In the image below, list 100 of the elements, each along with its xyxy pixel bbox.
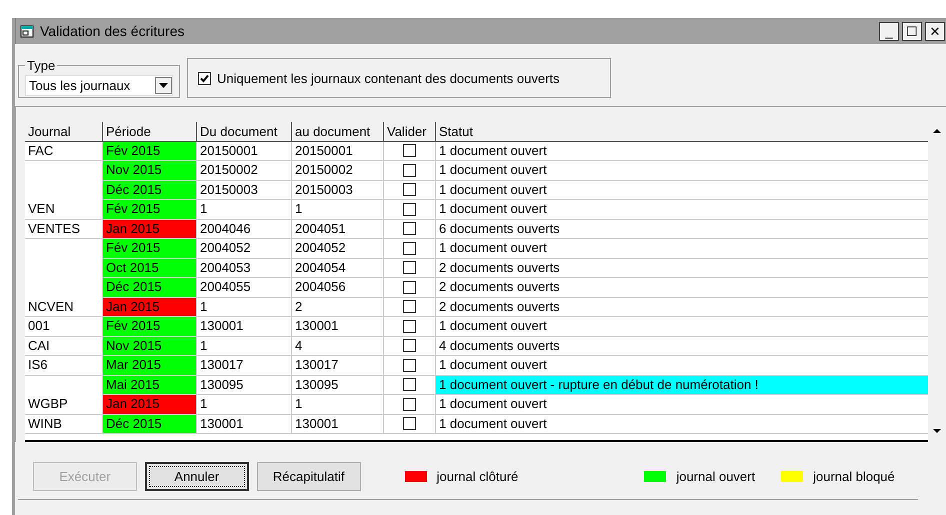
table-cell: 2004051 — [291, 220, 383, 239]
table-cell: 130017 — [196, 356, 291, 376]
table-cell: 1 document ouvert — [435, 414, 928, 434]
row-checkbox[interactable] — [403, 261, 416, 274]
row-checkbox[interactable] — [403, 358, 416, 372]
column-header[interactable]: Valider — [383, 122, 435, 142]
table-cell: 2004052 — [291, 239, 383, 258]
table-cell: Fév 2015 — [102, 200, 196, 220]
column-header[interactable]: Du document — [196, 122, 291, 142]
table-cell: 1 — [196, 336, 291, 356]
table-cell: 1 — [291, 200, 383, 220]
row-checkbox[interactable] — [403, 164, 416, 177]
row-checkbox[interactable] — [403, 320, 416, 333]
column-header[interactable]: au document — [291, 122, 383, 142]
filter-checkbox[interactable] — [198, 72, 211, 84]
row-checkbox[interactable] — [403, 417, 416, 430]
table-cell: 20150001 — [291, 142, 383, 161]
table-cell: Nov 2015 — [102, 336, 196, 356]
table-cell: 2004052 — [196, 239, 291, 258]
table-cell: Fév 2015 — [102, 142, 196, 161]
legend-label: journal bloqué — [813, 469, 895, 484]
row-checkbox[interactable] — [403, 378, 416, 392]
table-cell: Déc 2015 — [102, 180, 196, 200]
legend-label: journal clôturé — [436, 469, 518, 484]
table-cell: Mar 2015 — [102, 356, 196, 376]
row-checkbox[interactable] — [403, 339, 416, 352]
table-cell: 1 — [291, 395, 383, 414]
row-checkbox[interactable] — [403, 300, 416, 314]
table-cell: 2 — [291, 298, 383, 317]
table-cell: WINB — [25, 414, 102, 434]
table-cell: 130095 — [291, 376, 383, 395]
table-cell: Fév 2015 — [102, 239, 196, 258]
table-cell: 4 — [291, 336, 383, 356]
filter-label: Uniquement les journaux contenant des documents ouverts — [217, 70, 560, 86]
table-cell: 2004054 — [291, 258, 383, 278]
table-cell: 1 document ouvert — [435, 356, 928, 376]
table-cell: 1 — [196, 298, 291, 317]
row-checkbox[interactable] — [403, 202, 416, 216]
row-checkbox[interactable] — [403, 280, 416, 294]
table-cell: 20150002 — [291, 161, 383, 180]
table-cell: 2 documents ouverts — [435, 278, 928, 298]
legend-label: journal ouvert — [676, 469, 756, 484]
table-cell: 1 — [196, 200, 291, 220]
table-cell: 1 document ouvert — [435, 161, 928, 180]
table-cell: 130001 — [291, 414, 383, 434]
table-cell: 2004056 — [291, 278, 383, 298]
table-cell: 1 — [196, 395, 291, 414]
row-checkbox[interactable] — [403, 222, 416, 236]
table-cell: Nov 2015 — [102, 161, 196, 180]
row-checkbox[interactable] — [403, 144, 416, 158]
table-cell: Fév 2015 — [102, 317, 196, 336]
column-header[interactable]: Journal — [25, 122, 102, 142]
table-cell: Oct 2015 — [102, 258, 196, 278]
row-checkbox[interactable] — [403, 398, 416, 411]
window-control-button[interactable]: _ — [879, 22, 899, 40]
table-cell: 130001 — [196, 414, 291, 434]
group-label: Type — [26, 58, 56, 73]
table-cell: 2004055 — [196, 278, 291, 298]
row-checkbox[interactable] — [403, 183, 416, 196]
caret-icon — [159, 83, 168, 88]
table-cell: Jan 2015 — [102, 395, 196, 414]
table-cell: Mai 2015 — [102, 376, 196, 395]
window-icon — [20, 24, 34, 38]
table-cell: 2 documents ouverts — [435, 258, 928, 278]
table-cell: 20150001 — [196, 142, 291, 161]
table-cell: VENTES — [25, 220, 102, 239]
table-cell: 1 document ouvert — [435, 395, 928, 414]
table-cell: CAI — [25, 336, 102, 356]
table-cell: 2 documents ouverts — [435, 298, 928, 317]
table-cell: Jan 2015 — [102, 220, 196, 239]
window-title: Validation des écritures — [40, 23, 186, 39]
table-cell: 1 document ouvert — [435, 239, 928, 258]
table-cell: 4 documents ouverts — [435, 336, 928, 356]
column-header[interactable]: Statut — [435, 122, 928, 142]
table-cell: Déc 2015 — [102, 414, 196, 434]
table-cell: 130001 — [291, 317, 383, 336]
table-cell: 130001 — [196, 317, 291, 336]
table-cell: Jan 2015 — [102, 298, 196, 317]
table-cell: 2004046 — [196, 220, 291, 239]
table-cell: 20150003 — [291, 180, 383, 200]
table-cell: 1 document ouvert — [435, 200, 928, 220]
row-checkbox[interactable] — [403, 242, 416, 255]
column-header[interactable]: Période — [102, 122, 196, 142]
type-dropdown[interactable]: Tous les journaux — [25, 75, 173, 96]
table-cell: 1 document ouvert - rupture en début de numérotation ! — [435, 376, 928, 395]
table-cell: 20150002 — [196, 161, 291, 180]
table-cell: 1 document ouvert — [435, 142, 928, 161]
window-control-button[interactable]: ☐ — [902, 22, 922, 40]
table-cell: 1 document ouvert — [435, 180, 928, 200]
table-cell: 1 document ouvert — [435, 317, 928, 336]
table-cell: FAC — [25, 142, 102, 161]
table-cell: Déc 2015 — [102, 278, 196, 298]
table-cell: 130095 — [196, 376, 291, 395]
action-button[interactable]: Récapitulatif — [256, 462, 361, 491]
action-button[interactable]: Annuler — [144, 462, 249, 491]
table-cell: 6 documents ouverts — [435, 220, 928, 239]
table-cell: 130017 — [291, 356, 383, 376]
table-cell: 2004053 — [196, 258, 291, 278]
table-cell: 20150003 — [196, 180, 291, 200]
window-control-button[interactable]: ✕ — [925, 22, 945, 40]
